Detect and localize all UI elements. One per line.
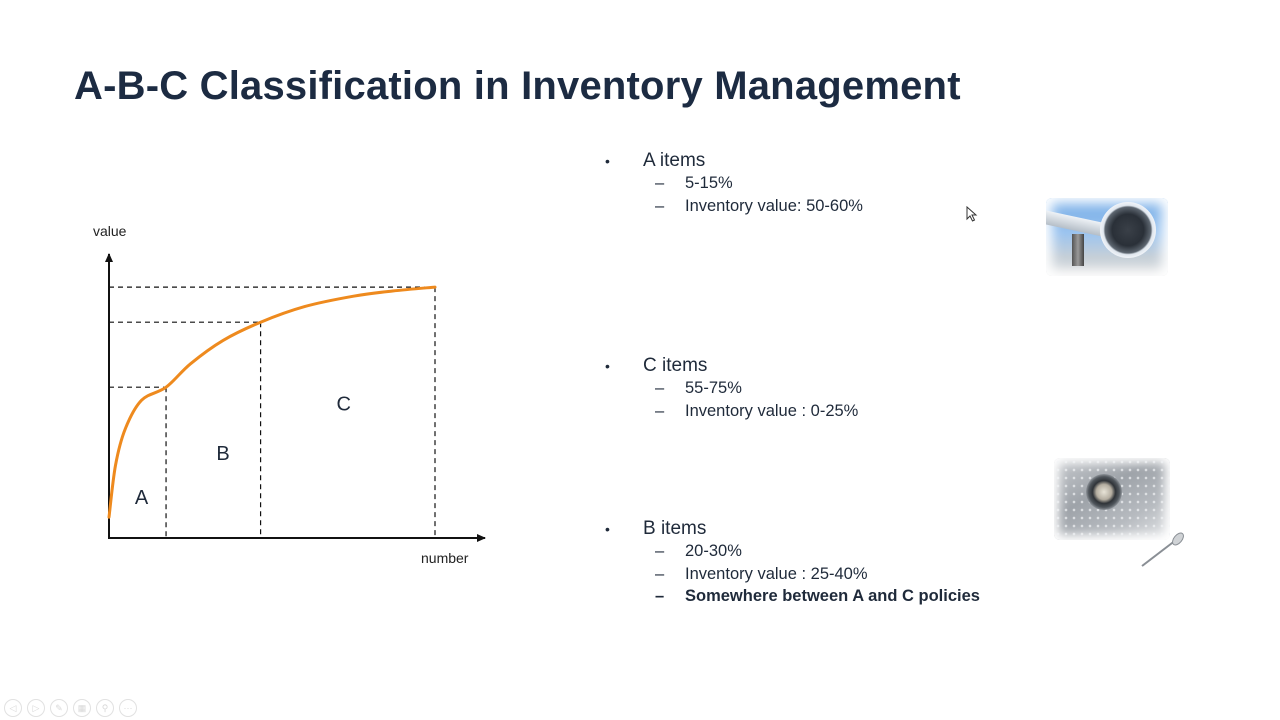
previous-slide-button[interactable]: ◁	[4, 699, 22, 717]
subitem-text: Inventory value : 25-40%	[685, 564, 868, 583]
region-label-b: B	[216, 443, 229, 465]
bullet-c-items: • C items – 55-75% – Inventory value : 0-2…	[605, 355, 1045, 424]
subitem-text-bold: Somewhere between A and C policies	[685, 587, 980, 605]
subitem-text: 55-75%	[685, 379, 742, 397]
x-axis-label: number	[421, 550, 469, 566]
bullet-a-items: • A items – 5-15% – Inventory value: 50-60…	[605, 150, 1045, 219]
dash-icon: –	[655, 564, 665, 583]
bullet-icon: •	[605, 358, 610, 374]
porthole-shape	[1086, 474, 1122, 510]
jet-engine-image	[1046, 198, 1168, 276]
next-slide-button[interactable]: ▷	[27, 699, 45, 717]
region-label-a: A	[135, 487, 149, 509]
landing-gear-shape	[1072, 234, 1084, 266]
more-options-button[interactable]: ···	[119, 699, 137, 717]
subitem-text: Inventory value: 50-60%	[685, 196, 863, 215]
mouse-cursor-icon	[966, 206, 978, 222]
rivet-icon	[1141, 532, 1184, 567]
slide-title: A-B-C Classification in Inventory Manage…	[74, 64, 961, 108]
presentation-toolbar: ◁ ▷ ✎ ▦ ⚲ ···	[4, 699, 137, 717]
dash-icon: –	[655, 196, 665, 215]
bullet-icon: •	[605, 521, 610, 537]
zoom-button[interactable]: ⚲	[96, 699, 114, 717]
subitem-text: 20-30%	[685, 542, 742, 560]
value-curve	[107, 285, 437, 519]
dash-icon: –	[655, 542, 665, 560]
pen-button[interactable]: ✎	[50, 699, 68, 717]
bullet-label: C items	[643, 355, 708, 376]
dash-icon: –	[655, 379, 665, 397]
bullet-label: A items	[643, 150, 706, 171]
y-axis-label: value	[93, 223, 127, 239]
riveted-panel-image	[1054, 458, 1170, 540]
dash-icon: –	[655, 174, 665, 192]
bullet-icon: •	[605, 153, 610, 169]
dash-icon: –	[655, 587, 665, 605]
subitem-text: Inventory value : 0-25%	[685, 401, 859, 420]
bullet-b-items: • B items – 20-30% – Inventory value : 25-…	[605, 518, 1045, 610]
engine-nacelle-shape	[1100, 202, 1156, 258]
slides-button[interactable]: ▦	[73, 699, 91, 717]
subitem-text: 5-15%	[685, 174, 733, 192]
dash-icon: –	[655, 401, 665, 420]
bullet-label: B items	[643, 518, 707, 539]
region-label-c: C	[336, 394, 350, 416]
